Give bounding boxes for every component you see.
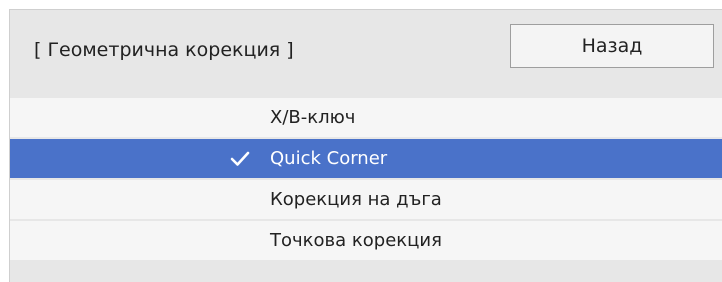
menu-item-label: Х/В-ключ: [270, 107, 356, 128]
checkmark-icon: [230, 151, 250, 166]
panel-title: [ Геометрична корекция ]: [34, 39, 294, 61]
back-button[interactable]: Назад: [510, 24, 714, 68]
menu-item-arc-correction[interactable]: Корекция на дъга: [10, 180, 722, 219]
menu-item-label: Корекция на дъга: [270, 189, 442, 210]
menu-item-quick-corner[interactable]: Quick Corner: [10, 139, 722, 178]
menu-item-label: Quick Corner: [270, 148, 388, 169]
menu-item-point-correction[interactable]: Точкова корекция: [10, 221, 722, 260]
menu-item-hv-keystone[interactable]: Х/В-ключ: [10, 98, 722, 137]
menu-item-label: Точкова корекция: [270, 230, 442, 251]
geometry-correction-panel: [ Геометрична корекция ] Назад Х/В-ключ …: [9, 9, 722, 282]
correction-menu: Х/В-ключ Quick Corner Корекция на дъга Т…: [10, 98, 722, 262]
panel-header: [ Геометрична корекция ] Назад: [10, 10, 722, 96]
